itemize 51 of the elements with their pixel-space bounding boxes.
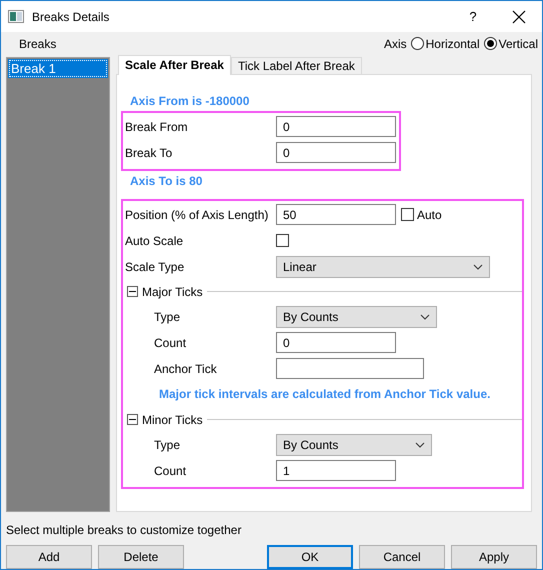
- hint-text: Select multiple breaks to customize together: [5, 522, 242, 540]
- checkbox-label: Auto: [417, 208, 442, 222]
- field-label: Type: [154, 438, 182, 452]
- radio-button[interactable]: [410, 37, 424, 50]
- dialog-button[interactable]: Delete: [98, 545, 184, 569]
- checkbox[interactable]: [276, 234, 289, 248]
- dialog-button[interactable]: Add: [6, 545, 92, 569]
- dropdown[interactable]: By Counts: [276, 434, 432, 456]
- field-label: Auto Scale: [125, 234, 184, 248]
- field-label: Count: [154, 464, 188, 478]
- input-field[interactable]: [276, 358, 424, 380]
- input-field[interactable]: 1: [276, 460, 396, 482]
- group-title: Minor Ticks: [142, 412, 203, 427]
- radio-label: Vertical: [498, 36, 538, 51]
- help-button[interactable]: ?: [450, 1, 496, 32]
- chevron-down-icon: [420, 314, 430, 320]
- input-field[interactable]: 50: [276, 204, 396, 226]
- chevron-down-icon: [415, 442, 425, 448]
- input-field[interactable]: 0: [276, 116, 396, 138]
- checkbox[interactable]: [401, 208, 414, 222]
- input-field[interactable]: 0: [276, 142, 396, 164]
- field-label: Type: [154, 310, 182, 324]
- radio-label: Horizontal: [426, 36, 480, 51]
- info-text: Axis To is 80: [129, 174, 204, 190]
- input-field[interactable]: 0: [276, 332, 396, 354]
- app-icon: [8, 10, 24, 23]
- group-title: Major Ticks: [142, 284, 203, 299]
- axis-label: Axis: [384, 36, 407, 51]
- chevron-down-icon: [473, 264, 483, 270]
- window-title: Breaks Details: [32, 10, 110, 24]
- field-label: Break To: [125, 146, 174, 160]
- field-label: Position (% of Axis Length): [125, 208, 270, 222]
- tab[interactable]: Tick Label After Break: [230, 56, 362, 74]
- tab[interactable]: Scale After Break: [118, 54, 231, 75]
- dialog-button[interactable]: Apply: [451, 545, 537, 569]
- collapse-toggle[interactable]: [127, 286, 138, 298]
- dropdown[interactable]: Linear: [276, 256, 490, 278]
- radio-button[interactable]: [484, 37, 497, 50]
- info-text: Axis From is -180000: [129, 94, 250, 110]
- dialog-button[interactable]: OK: [267, 545, 353, 569]
- info-text: Major tick intervals are calculated from Anchor Tick value.: [158, 386, 492, 403]
- breaks-label: Breaks: [19, 36, 56, 51]
- close-icon: [512, 10, 526, 24]
- field-label: Scale Type: [125, 260, 186, 274]
- field-label: Anchor Tick: [154, 362, 218, 376]
- collapse-toggle[interactable]: [127, 414, 138, 426]
- field-label: Count: [154, 336, 188, 350]
- dialog-button[interactable]: Cancel: [359, 545, 445, 569]
- field-label: Break From: [125, 120, 189, 134]
- list-item[interactable]: Break 1: [8, 58, 108, 78]
- dropdown[interactable]: By Counts: [276, 306, 437, 328]
